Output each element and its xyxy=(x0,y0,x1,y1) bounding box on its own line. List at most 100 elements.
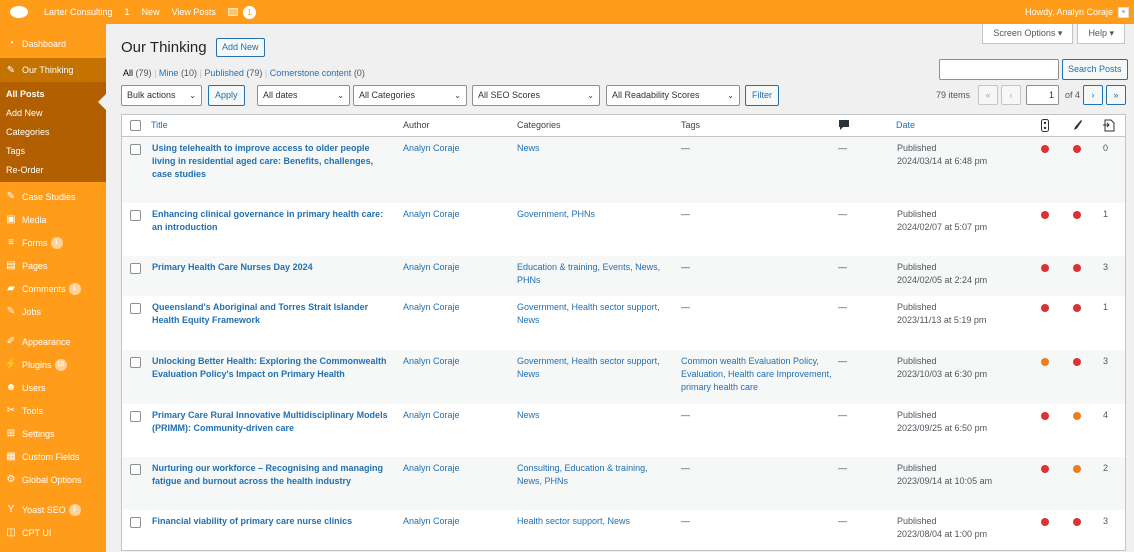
dates-filter-select[interactable]: All dates ⌄ xyxy=(257,85,350,106)
menu-comments[interactable]: ▰ Comments 1 xyxy=(0,277,106,300)
row-checkbox[interactable] xyxy=(130,411,141,422)
view-cornerstone-link[interactable]: Cornerstone content (0) xyxy=(270,68,365,78)
submenu-all-posts[interactable]: All Posts xyxy=(0,85,106,104)
screen-options-button[interactable]: Screen Options ▾ xyxy=(982,24,1074,44)
select-all-checkbox[interactable] xyxy=(130,120,141,131)
post-categories-link[interactable]: Government, Health sector support, News xyxy=(517,301,667,327)
post-categories-link[interactable]: News xyxy=(517,409,667,422)
seo-scores-filter-select[interactable]: All SEO Scores ⌄ xyxy=(472,85,600,106)
post-title-link[interactable]: Primary Health Care Nurses Day 2024 xyxy=(152,261,392,274)
submenu-tags[interactable]: Tags xyxy=(0,142,106,161)
help-button[interactable]: Help ▾ xyxy=(1077,24,1125,44)
readability-filter-select[interactable]: All Readability Scores ⌄ xyxy=(606,85,740,106)
post-author-link[interactable]: Analyn Coraje xyxy=(403,355,508,368)
menu-global-options[interactable]: ⚙ Global Options xyxy=(0,468,106,491)
site-name-link[interactable]: Larter Consulting xyxy=(38,0,119,24)
post-author-link[interactable]: Analyn Coraje xyxy=(403,261,508,274)
post-tags[interactable]: Common wealth Evaluation Policy, Evaluat… xyxy=(681,355,836,394)
row-checkbox[interactable] xyxy=(130,303,141,314)
column-title-header[interactable]: Title xyxy=(151,120,168,130)
wp-logo-menu[interactable] xyxy=(0,0,38,24)
post-title-link[interactable]: Enhancing clinical governance in primary… xyxy=(152,208,392,234)
post-categories-link[interactable]: Education & training, Events, News, PHNs xyxy=(517,261,667,287)
menu-settings[interactable]: ⊞ Settings xyxy=(0,422,106,445)
post-author-link[interactable]: Analyn Coraje xyxy=(403,208,508,221)
post-title-link[interactable]: Financial viability of primary care nurs… xyxy=(152,515,392,528)
updates-link[interactable]: 1 xyxy=(119,0,136,24)
submenu-add-new[interactable]: Add New xyxy=(0,104,106,123)
new-content-link[interactable]: New xyxy=(136,0,166,24)
post-status-views: All (79) | Mine (10) | Published (79) | … xyxy=(123,68,365,78)
apply-button[interactable]: Apply xyxy=(208,85,245,106)
row-checkbox[interactable] xyxy=(130,357,141,368)
yoast-adminbar-menu[interactable]: 1 xyxy=(222,0,262,24)
plugins-count-badge: 10 xyxy=(54,358,67,371)
column-tags-header: Tags xyxy=(681,120,701,130)
prev-page-button[interactable]: ‹ xyxy=(1000,85,1021,105)
last-page-button[interactable]: » xyxy=(1106,85,1126,105)
menu-our-thinking[interactable]: ✎ Our Thinking xyxy=(0,58,106,82)
search-posts-button[interactable]: Search Posts xyxy=(1062,59,1128,80)
add-new-button[interactable]: Add New xyxy=(216,38,265,57)
post-categories-link[interactable]: Government, PHNs xyxy=(517,208,667,221)
bulk-actions-select[interactable]: Bulk actions ⌄ xyxy=(121,85,202,106)
post-tags: — xyxy=(681,262,690,272)
post-author-link[interactable]: Analyn Coraje xyxy=(403,301,508,314)
post-title-link[interactable]: Using telehealth to improve access to ol… xyxy=(152,142,392,181)
internal-links-count: 3 xyxy=(1103,262,1109,272)
menu-users[interactable]: ☻ Users xyxy=(0,376,106,399)
menu-custom-fields[interactable]: ▦ Custom Fields xyxy=(0,445,106,468)
row-checkbox[interactable] xyxy=(130,263,141,274)
menu-cpt-ui[interactable]: ◫ CPT UI xyxy=(0,521,106,544)
post-title-link[interactable]: Nurturing our workforce – Recognising an… xyxy=(152,462,392,488)
menu-appearance[interactable]: ✐ Appearance xyxy=(0,330,106,353)
post-title-link[interactable]: Primary Care Rural Innovative Multidisci… xyxy=(152,409,392,435)
submenu-re-order[interactable]: Re-Order xyxy=(0,161,106,180)
menu-media[interactable]: ▣ Media xyxy=(0,208,106,231)
search-input[interactable] xyxy=(939,59,1059,80)
chevron-down-icon: ⌄ xyxy=(727,91,734,100)
post-title-link[interactable]: Unlocking Better Health: Exploring the C… xyxy=(152,355,392,381)
menu-plugins[interactable]: ⚡ Plugins 10 xyxy=(0,353,106,376)
caret-down-icon: ▾ xyxy=(1109,28,1114,38)
next-page-button[interactable]: › xyxy=(1083,85,1103,105)
post-author-link[interactable]: Analyn Coraje xyxy=(403,142,508,155)
filter-button[interactable]: Filter xyxy=(745,85,779,106)
view-mine-link[interactable]: Mine (10) xyxy=(159,68,197,78)
view-all-link[interactable]: All (79) xyxy=(123,68,152,78)
post-comments: — xyxy=(838,302,847,312)
internal-links-icon[interactable] xyxy=(1102,119,1115,132)
first-page-button[interactable]: « xyxy=(977,85,998,105)
menu-jobs[interactable]: ✎ Jobs xyxy=(0,300,106,323)
post-author-link[interactable]: Analyn Coraje xyxy=(403,515,508,528)
menu-pages[interactable]: ▤ Pages xyxy=(0,254,106,277)
readability-score-icon[interactable] xyxy=(1071,119,1083,132)
comment-bubble-icon[interactable] xyxy=(838,119,850,132)
menu-case-studies[interactable]: ✎ Case Studies xyxy=(0,185,106,208)
post-author-link[interactable]: Analyn Coraje xyxy=(403,462,508,475)
menu-dashboard[interactable]: ◔ Dashboard xyxy=(0,32,106,55)
menu-tools[interactable]: ✂ Tools xyxy=(0,399,106,422)
view-published-link[interactable]: Published (79) xyxy=(204,68,262,78)
submenu-categories[interactable]: Categories xyxy=(0,123,106,142)
post-author-link[interactable]: Analyn Coraje xyxy=(403,409,508,422)
menu-yoast-seo[interactable]: Y Yoast SEO 1 xyxy=(0,498,106,521)
post-categories-link[interactable]: Consulting, Education & training, News, … xyxy=(517,462,667,488)
post-categories-link[interactable]: News xyxy=(517,142,667,155)
my-account-link[interactable]: Howdy, Analyn Coraje xyxy=(1019,0,1134,24)
row-checkbox[interactable] xyxy=(130,517,141,528)
post-categories-link[interactable]: Health sector support, News xyxy=(517,515,667,528)
pin-icon: ✎ xyxy=(6,64,16,76)
post-title-link[interactable]: Queensland's Aboriginal and Torres Strai… xyxy=(152,301,392,327)
current-page-input[interactable]: 1 xyxy=(1025,85,1059,105)
post-categories-link[interactable]: Government, Health sector support, News xyxy=(517,355,667,381)
seo-score-icon[interactable] xyxy=(1039,119,1051,132)
post-comments: — xyxy=(838,463,847,473)
row-checkbox[interactable] xyxy=(130,210,141,221)
categories-filter-select[interactable]: All Categories ⌄ xyxy=(353,85,467,106)
menu-forms[interactable]: ≡ Forms 1 xyxy=(0,231,106,254)
row-checkbox[interactable] xyxy=(130,144,141,155)
row-checkbox[interactable] xyxy=(130,464,141,475)
view-posts-link[interactable]: View Posts xyxy=(166,0,222,24)
column-date-header[interactable]: Date xyxy=(896,120,915,130)
